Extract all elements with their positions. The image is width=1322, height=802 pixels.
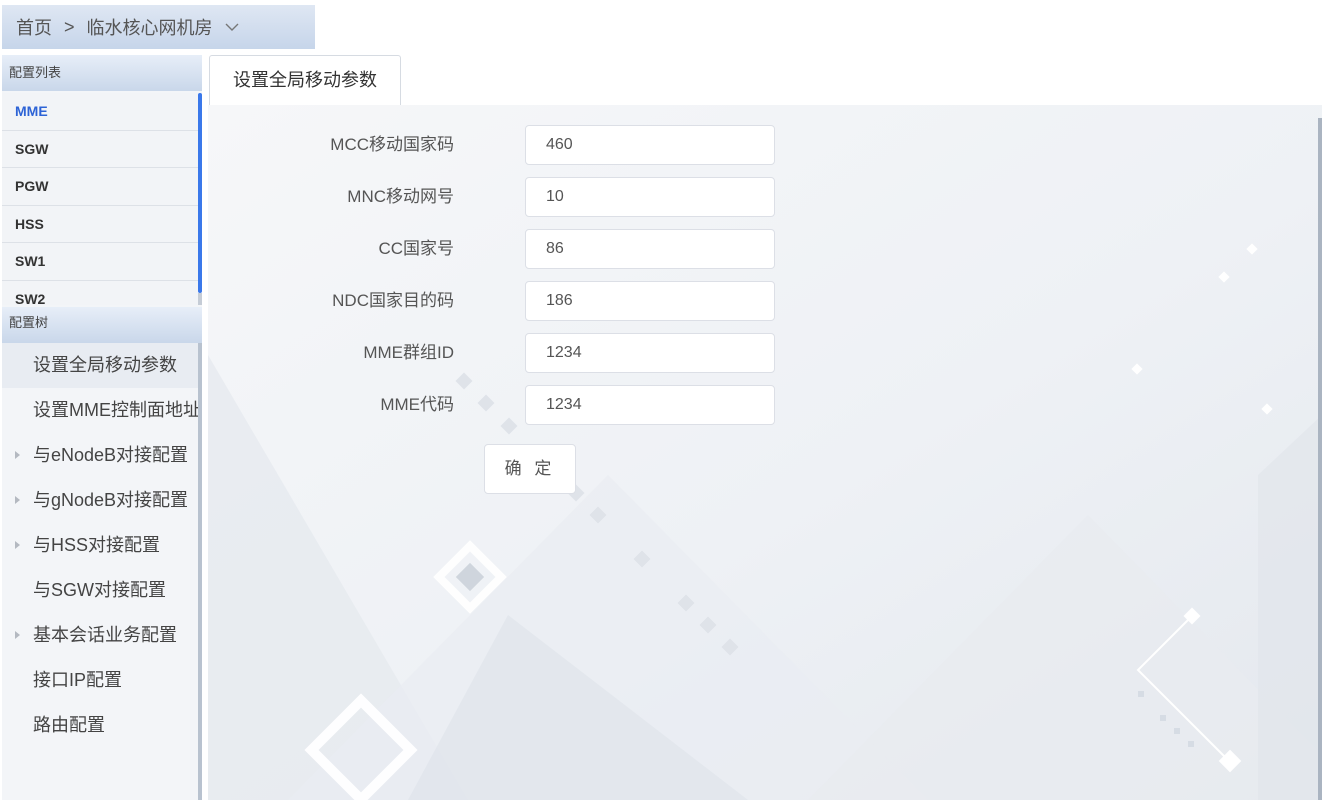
form-row: NDC国家目的码 186 bbox=[208, 281, 808, 321]
main-content: 设置全局移动参数 MCC移动国家码 460 MNC移动网号 10 CC国家号 86 NDC国… bbox=[208, 55, 1322, 800]
form-label: NDC国家目的码 bbox=[332, 291, 454, 310]
background-pattern bbox=[208, 105, 1322, 800]
config-list-item-hss[interactable]: HSS bbox=[2, 205, 202, 243]
breadcrumb: 首页 > 临水核心网机房 bbox=[2, 5, 315, 49]
tree-item-label: 路由配置 bbox=[33, 715, 105, 735]
form-label: CC国家号 bbox=[378, 239, 454, 258]
form-row: MME群组ID 1234 bbox=[208, 333, 808, 373]
tree-item-label: 与HSS对接配置 bbox=[33, 535, 161, 555]
left-sidebar: 配置列表 MME SGW PGW HSS SW1 SW2 配置树 设置全局移动参数设置MM… bbox=[2, 55, 202, 800]
breadcrumb-separator: > bbox=[64, 16, 75, 37]
tree-item-label: 设置全局移动参数 bbox=[33, 355, 177, 375]
caret-right-icon[interactable] bbox=[15, 451, 20, 459]
form-row: MCC移动国家码 460 bbox=[208, 125, 808, 165]
tree-item-label: 与SGW对接配置 bbox=[33, 580, 166, 600]
form-input[interactable]: 460 bbox=[525, 125, 775, 165]
tree-item[interactable]: 与SGW对接配置 bbox=[2, 568, 202, 613]
form-label: MME代码 bbox=[380, 395, 454, 414]
config-tree-scrollbar[interactable] bbox=[198, 343, 202, 800]
form-input[interactable]: 1234 bbox=[525, 385, 775, 425]
config-list-scroll-track[interactable] bbox=[198, 293, 202, 305]
config-list-item-mme[interactable]: MME bbox=[2, 93, 202, 131]
main-scrollbar[interactable] bbox=[1318, 118, 1322, 800]
tab-global-mobile-params[interactable]: 设置全局移动参数 bbox=[209, 55, 401, 105]
tree-item-label: 设置MME控制面地址 bbox=[33, 400, 201, 420]
breadcrumb-current[interactable]: 临水核心网机房 bbox=[87, 14, 213, 40]
config-list-header: 配置列表 bbox=[2, 55, 202, 91]
tree-item-label: 接口IP配置 bbox=[33, 670, 123, 690]
config-list-scrollbar[interactable] bbox=[198, 93, 202, 293]
form-input[interactable]: 1234 bbox=[525, 333, 775, 373]
form-input[interactable]: 86 bbox=[525, 229, 775, 269]
form-label: MNC移动网号 bbox=[347, 187, 454, 206]
tree-item[interactable]: 路由配置 bbox=[2, 703, 202, 748]
caret-right-icon[interactable] bbox=[15, 496, 20, 504]
form-row: CC国家号 86 bbox=[208, 229, 808, 269]
form-label: MCC移动国家码 bbox=[330, 135, 454, 154]
tree-item[interactable]: 与HSS对接配置 bbox=[2, 523, 202, 568]
caret-right-icon[interactable] bbox=[15, 631, 20, 639]
config-tree-header: 配置树 bbox=[2, 307, 202, 343]
breadcrumb-home[interactable]: 首页 bbox=[16, 14, 52, 40]
config-list-item-sgw[interactable]: SGW bbox=[2, 130, 202, 168]
caret-right-icon[interactable] bbox=[15, 541, 20, 549]
tree-item-label: 与gNodeB对接配置 bbox=[33, 490, 189, 510]
tree-item[interactable]: 与eNodeB对接配置 bbox=[2, 433, 202, 478]
config-list-item-sw2[interactable]: SW2 bbox=[2, 280, 202, 305]
config-list: MME SGW PGW HSS SW1 SW2 bbox=[2, 93, 202, 305]
chevron-down-icon[interactable] bbox=[225, 22, 239, 32]
confirm-button[interactable]: 确 定 bbox=[484, 444, 576, 494]
config-list-item-sw1[interactable]: SW1 bbox=[2, 243, 202, 281]
form-input[interactable]: 186 bbox=[525, 281, 775, 321]
config-tree-panel: 配置树 设置全局移动参数设置MME控制面地址 与eNodeB对接配置 与gNodeB… bbox=[2, 307, 202, 800]
tree-item[interactable]: 设置全局移动参数 bbox=[2, 343, 202, 388]
tree-item[interactable]: 与gNodeB对接配置 bbox=[2, 478, 202, 523]
config-tree: 设置全局移动参数设置MME控制面地址 与eNodeB对接配置 与gNodeB对接配置… bbox=[2, 343, 202, 800]
config-list-item-pgw[interactable]: PGW bbox=[2, 168, 202, 206]
form-input[interactable]: 10 bbox=[525, 177, 775, 217]
form-row: MME代码 1234 bbox=[208, 385, 808, 425]
form-row: MNC移动网号 10 bbox=[208, 177, 808, 217]
tree-item-label: 与eNodeB对接配置 bbox=[33, 445, 189, 465]
tree-item[interactable]: 基本会话业务配置 bbox=[2, 613, 202, 658]
tree-item[interactable]: 设置MME控制面地址 bbox=[2, 388, 202, 433]
tree-item[interactable]: 接口IP配置 bbox=[2, 658, 202, 703]
form-label: MME群组ID bbox=[363, 343, 454, 362]
tree-item-label: 基本会话业务配置 bbox=[33, 625, 177, 645]
